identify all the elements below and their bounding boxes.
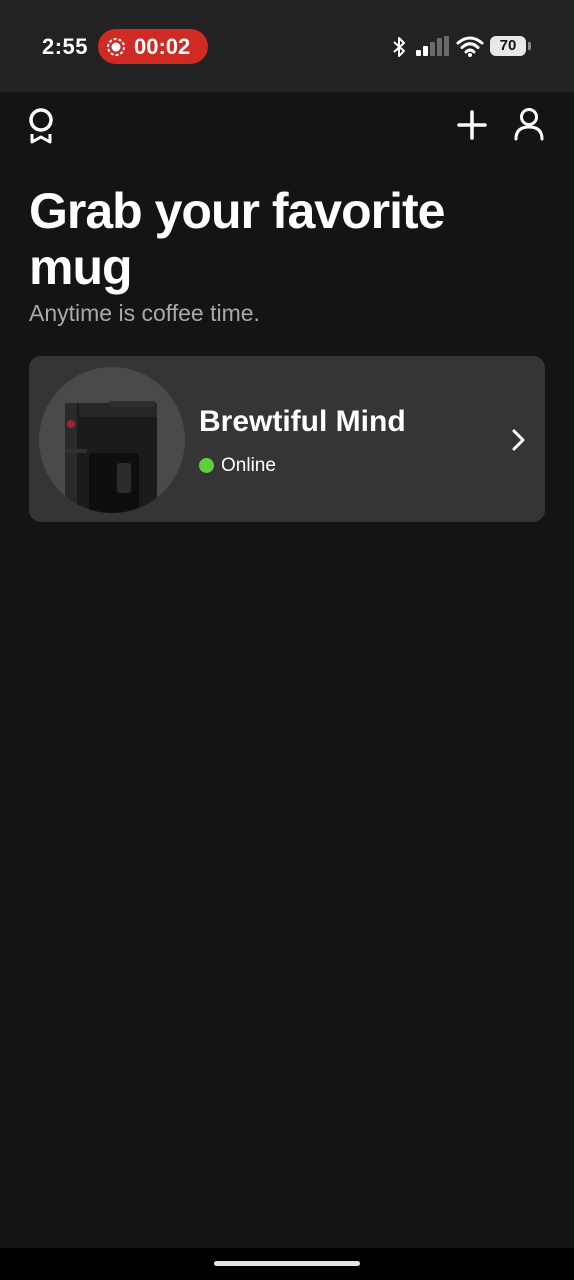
ribbon-badge-icon[interactable] <box>26 108 56 144</box>
home-indicator[interactable] <box>214 1261 360 1266</box>
battery-indicator: 70 <box>490 36 532 56</box>
cellular-signal-icon <box>416 36 449 56</box>
coffee-maker-image <box>39 367 185 513</box>
recording-time: 00:02 <box>134 34 191 59</box>
wifi-icon <box>456 36 484 57</box>
status-time: 2:55 <box>42 34 89 59</box>
home-indicator-area <box>0 1248 574 1280</box>
device-card[interactable]: Brewtiful Mind Online <box>29 356 545 522</box>
bluetooth-icon <box>393 37 405 57</box>
coffee-maker-illustration <box>65 401 157 513</box>
page-subtitle: Anytime is coffee time. <box>29 300 260 326</box>
record-icon <box>107 38 125 56</box>
battery-level: 70 <box>490 36 526 56</box>
page-title: Grab your favorite mug <box>29 183 445 295</box>
plus-icon[interactable] <box>456 109 488 141</box>
user-icon[interactable] <box>513 107 545 141</box>
device-status: Online <box>221 455 276 476</box>
battery-tip <box>528 42 531 50</box>
device-name: Brewtiful Mind <box>199 405 406 438</box>
screen-recording-indicator[interactable]: 00:02 <box>98 29 208 64</box>
online-status-dot <box>199 458 214 473</box>
status-bar: 2:55 00:02 70 <box>0 0 574 92</box>
chevron-right-icon <box>512 429 525 451</box>
